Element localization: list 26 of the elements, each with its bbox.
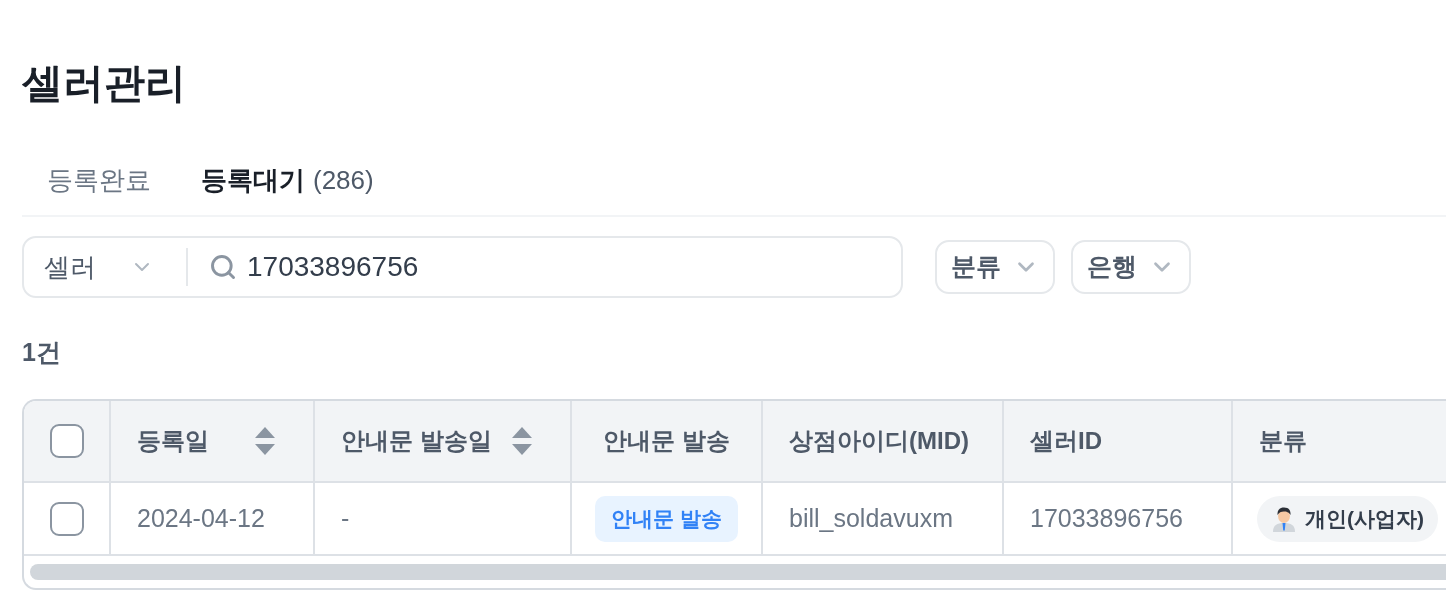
search-scope-dropdown[interactable]: 셀러 (24, 238, 186, 296)
category-label: 개인(사업자) (1305, 505, 1424, 532)
horizontal-scrollbar[interactable] (30, 564, 1446, 580)
tab[interactable]: 등록대기 (286) (176, 149, 399, 215)
sort-icon (512, 427, 532, 455)
search-field[interactable]: 셀러 17033896756 (22, 236, 903, 298)
checkbox[interactable] (49, 424, 84, 458)
column-header: 안내문 발송 (572, 401, 763, 481)
column-header[interactable]: 등록일 (111, 401, 315, 481)
table-cell: 17033896756 (1004, 483, 1233, 554)
table-cell: - (315, 483, 572, 554)
filter-dropdown[interactable]: 분류 (935, 240, 1055, 294)
sort-icon (255, 427, 275, 455)
column-header[interactable]: 안내문 발송일 (315, 401, 572, 481)
column-header: 분류 (1258, 426, 1308, 456)
column-header: 셀러ID (1004, 401, 1233, 481)
tab[interactable]: 등록완료 (22, 149, 176, 215)
page-title: 셀러관리 (22, 59, 186, 108)
person-icon (1271, 505, 1297, 532)
search-icon (209, 253, 237, 281)
table-cell: 2024-04-12 (111, 483, 315, 554)
checkbox[interactable] (49, 501, 84, 536)
table-cell: bill_soldavuxm (763, 483, 1004, 554)
result-count: 1건 (22, 337, 61, 368)
filter-dropdown[interactable]: 은행 (1071, 240, 1191, 294)
column-header: 상점아이디(MID) (763, 401, 1004, 481)
